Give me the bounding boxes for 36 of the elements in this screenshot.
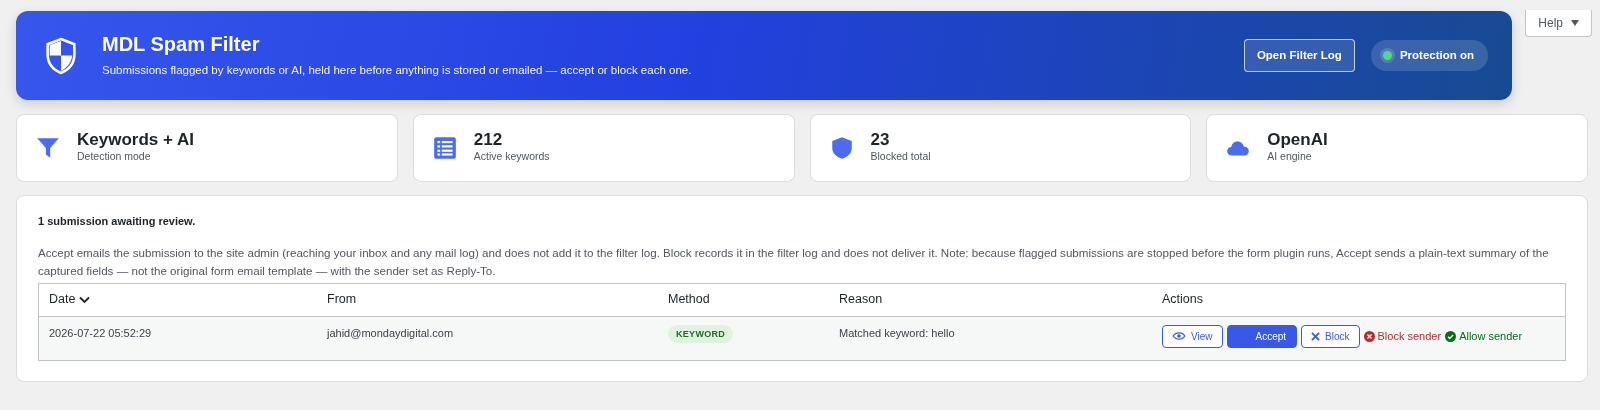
- help-button[interactable]: Help: [1525, 10, 1592, 37]
- stat-label: AI engine: [1267, 149, 1313, 165]
- help-text: Accept emails the submission to the site admin (reaching your inbox and any mail log) and does not add it to the filter log. Block records it in the filter log and does not deliver it. Note: because flagged submissions are stopped before the form plugin runs, Accept sends a plain-text summary of the captured fields — not the original form email template — with the sender set as Reply-To.: [38, 244, 1550, 280]
- shield-icon: [44, 36, 78, 75]
- caret-icon: [1571, 20, 1579, 26]
- column-header: Actions: [1162, 291, 1203, 309]
- open-filter-log-button[interactable]: Open Filter Log: [1243, 38, 1355, 73]
- sortable-column-header[interactable]: Date: [49, 290, 76, 309]
- stat-label: Detection mode: [77, 149, 152, 165]
- page-subtitle: Submissions flagged by keywords or AI, held here before anything is stored or emailed — accept or block each one.: [102, 62, 693, 78]
- allow-sender-link[interactable]: Allow sender: [1445, 327, 1523, 345]
- block-sender-link[interactable]: Block sender: [1363, 327, 1442, 345]
- table-cell-text: 2026-07-22 05:52:29: [49, 325, 153, 341]
- stat-value: 23: [870, 130, 891, 150]
- accept-button[interactable]: Accept: [1226, 324, 1298, 348]
- column-header: From: [327, 291, 357, 309]
- view-button[interactable]: View: [1162, 324, 1223, 348]
- x-circle-icon: [1363, 330, 1375, 342]
- method-badge: KEYWORD: [668, 324, 734, 343]
- column-header: Method: [668, 291, 710, 309]
- check-circle-icon: [1445, 330, 1457, 342]
- stat-value: OpenAI: [1267, 130, 1328, 150]
- table-cell-text: jahid@mondaydigital.com: [327, 325, 455, 341]
- block-button[interactable]: Block: [1301, 324, 1360, 348]
- close-icon: [1311, 331, 1321, 341]
- stat-label: Active keywords: [473, 149, 550, 165]
- table-cell-text: Matched keyword: hello: [839, 325, 956, 341]
- stat-label: Blocked total: [870, 149, 931, 165]
- protection-status: Protection on: [1370, 39, 1488, 72]
- stat-value: Keywords + AI: [77, 130, 194, 150]
- pending-summary: 1 submission awaiting review.: [38, 214, 197, 229]
- page-title: MDL Spam Filter: [102, 31, 261, 56]
- list-icon: [431, 134, 458, 162]
- eye-icon: [1172, 331, 1186, 342]
- column-header: Reason: [839, 291, 883, 309]
- stat-value: 212: [473, 130, 504, 150]
